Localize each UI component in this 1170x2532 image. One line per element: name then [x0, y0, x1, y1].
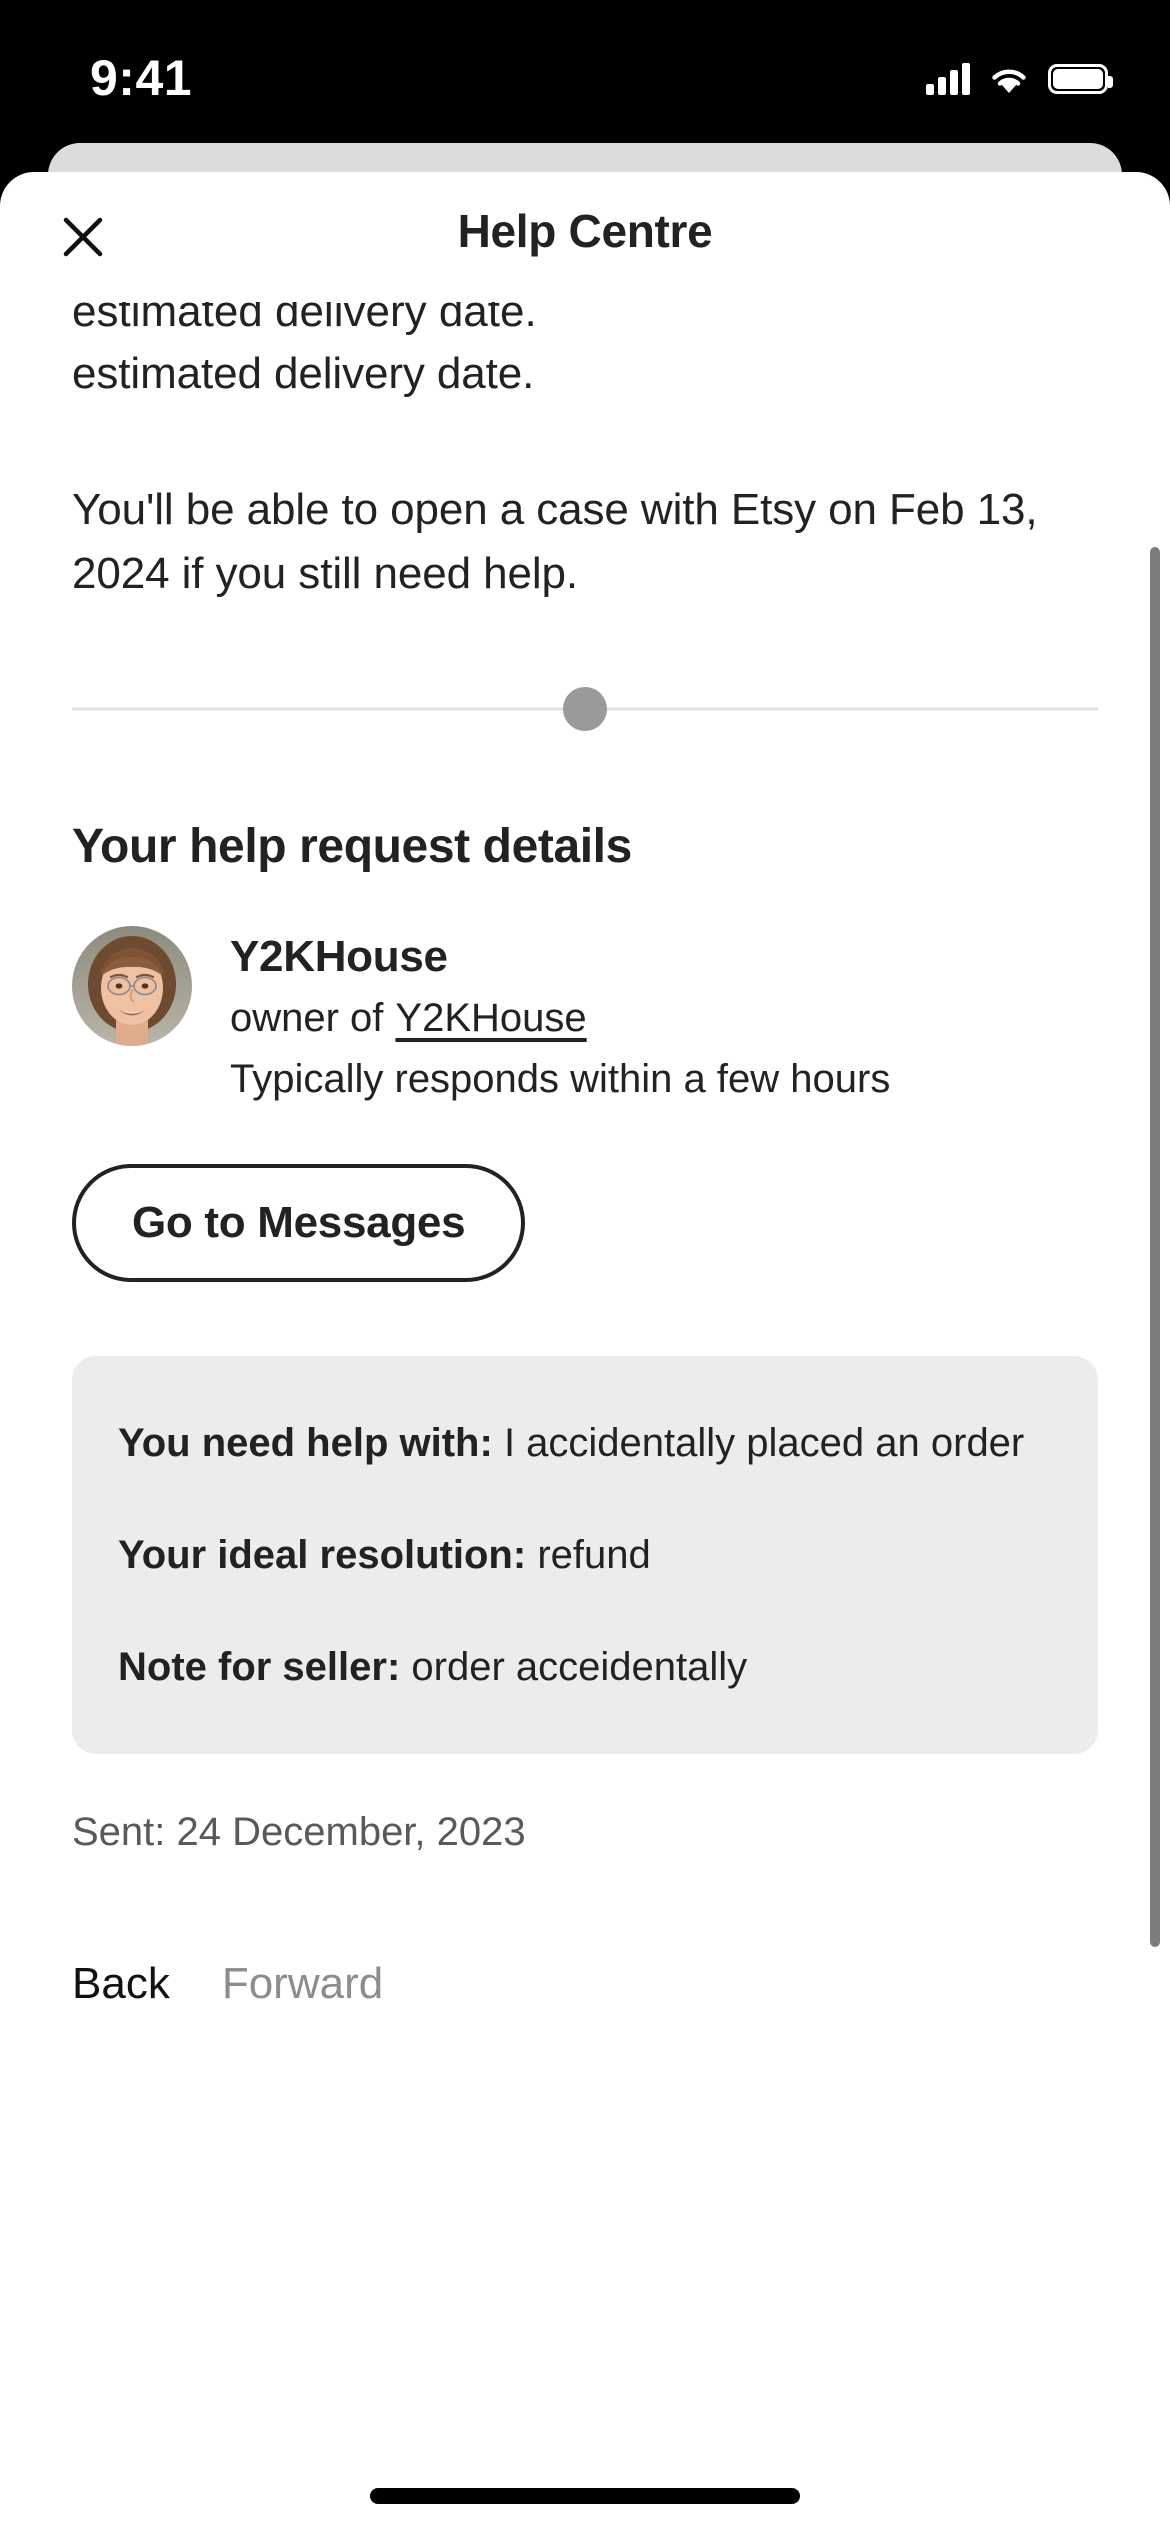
- avatar[interactable]: [72, 926, 192, 1047]
- go-to-messages-button[interactable]: Go to Messages: [72, 1164, 526, 1283]
- detail-value: I accidentally placed an order: [503, 1421, 1025, 1466]
- bottom-navigation: Back Forward: [72, 1959, 1098, 2049]
- forward-button: Forward: [221, 1959, 384, 2009]
- section-title-help-request-details: Your help request details: [72, 820, 632, 874]
- help-centre-sheet: Help Centre estimated delivery date. est…: [0, 172, 1170, 2532]
- progress-indicator[interactable]: [72, 683, 1098, 735]
- shop-link[interactable]: Y2KHouse: [395, 996, 586, 1040]
- paragraph-delivery-date: estimated delivery date.: [72, 349, 535, 398]
- owner-of-label: owner of: [230, 996, 384, 1041]
- clipped-text: estimated delivery date.: [72, 302, 537, 337]
- status-bar-time: 9:41: [90, 49, 193, 106]
- seller-row: Y2KHouse owner of Y2KHouse Typically resp…: [72, 926, 1098, 1102]
- scrollbar-thumb[interactable]: [1150, 547, 1160, 1947]
- sent-timestamp: Sent: 24 December, 2023: [72, 1810, 526, 1855]
- phone-screen: 9:41 Help Centre estimated delivery date…: [0, 0, 1170, 2532]
- detail-value: order acceidentally: [411, 1645, 748, 1690]
- seller-response-time: Typically responds within a few hours: [230, 1057, 891, 1102]
- detail-label: Note for seller:: [118, 1645, 401, 1690]
- clipped-text-line: estimated delivery date.: [72, 302, 1098, 338]
- seller-owner-line: owner of Y2KHouse: [230, 996, 890, 1041]
- back-button[interactable]: Back: [72, 1959, 170, 2009]
- sheet-header: Help Centre: [0, 172, 1170, 302]
- wifi-icon: [988, 63, 1030, 95]
- page-title: Help Centre: [457, 205, 713, 257]
- battery-icon: [1048, 63, 1113, 94]
- detail-value: refund: [537, 1533, 651, 1578]
- detail-label: You need help with:: [118, 1421, 493, 1466]
- cellular-signal-icon: [926, 62, 970, 95]
- detail-row: Your ideal resolution: refund: [118, 1526, 1050, 1584]
- detail-row: Note for seller: order acceidentally: [118, 1638, 1050, 1696]
- seller-name: Y2KHouse: [230, 932, 448, 982]
- progress-dot[interactable]: [563, 687, 607, 732]
- seller-info: Y2KHouse owner of Y2KHouse Typically resp…: [230, 926, 890, 1102]
- home-indicator: [370, 2488, 800, 2504]
- paragraph-open-case: You'll be able to open a case with Etsy …: [72, 484, 1038, 598]
- status-bar-indicators: [926, 62, 1113, 95]
- detail-row: You need help with: I accidentally place…: [118, 1414, 1050, 1472]
- help-request-details-card: You need help with: I accidentally place…: [72, 1356, 1098, 1755]
- detail-label: Your ideal resolution:: [118, 1533, 527, 1578]
- status-bar: 9:41: [0, 0, 1170, 145]
- scrollable-content[interactable]: estimated delivery date. estimated deliv…: [0, 302, 1170, 2049]
